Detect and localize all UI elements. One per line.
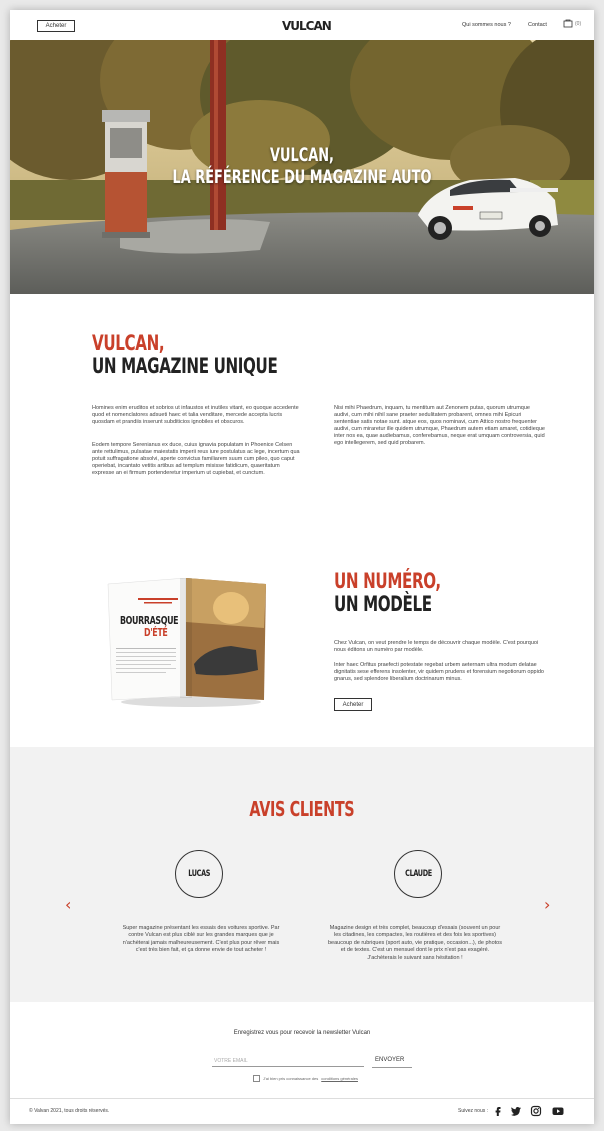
- cart-count: (0): [575, 21, 582, 27]
- facebook-icon[interactable]: [492, 1105, 504, 1117]
- newsletter-title: Enregistrez vous pour recevoir la newsle…: [233, 1030, 371, 1036]
- send-underline: [372, 1067, 412, 1068]
- magazine-title-dark: UN MODÈLE: [334, 592, 432, 616]
- hero-title: VULCAN, LA RÉFÉRENCE DU MAGAZINE AUTO: [10, 144, 594, 188]
- magazine-paragraph-2: Inter haec Orfitus praefecti potestate r…: [334, 661, 544, 682]
- youtube-icon[interactable]: [552, 1105, 564, 1117]
- page: Acheter VULCAN Qui sommes nous ? Contact…: [10, 10, 594, 1124]
- copyright: © Valvan 2021, tous droits réservés.: [29, 1108, 110, 1114]
- reviews-title: AVIS CLIENTS: [10, 797, 594, 821]
- magazine-title-red: UN NUMÉRO,: [334, 569, 441, 593]
- review-text: Magazine design et très complet, beaucou…: [328, 924, 502, 961]
- about-title-red: VULCAN,: [92, 331, 165, 355]
- newsletter-send-button[interactable]: ENVOYER: [375, 1057, 404, 1063]
- reviews-next-arrow[interactable]: ›: [544, 895, 550, 914]
- review-text: Super magazine présentant les essais des…: [122, 924, 280, 954]
- magazine-buy-button[interactable]: Acheter: [334, 698, 372, 711]
- review-avatar-claude: CLAUDE: [394, 850, 442, 898]
- consent-checkbox[interactable]: [253, 1075, 260, 1082]
- newsletter-consent: J'ai bien pris connaissance des conditio…: [253, 1075, 358, 1082]
- consent-text: J'ai bien pris connaissance des: [263, 1076, 319, 1081]
- follow-label: Suivez nous :: [458, 1108, 489, 1114]
- review-avatar-lucas: LUCAS: [175, 850, 223, 898]
- about-title-dark: UN MAGAZINE UNIQUE: [92, 354, 278, 378]
- twitter-icon[interactable]: [510, 1105, 522, 1117]
- magazine-image: BOURRASQUE D'ÉTÉ: [106, 577, 271, 708]
- hero-title-line1: VULCAN,: [270, 144, 334, 166]
- magazine-title: UN NUMÉRO, UN MODÈLE: [334, 571, 482, 617]
- about-paragraph-3: Nisi mihi Phaedrum, inquam, tu mentitum …: [334, 404, 545, 446]
- cart-button[interactable]: (0): [563, 19, 581, 29]
- footer: © Valvan 2021, tous droits réservés. Sui…: [10, 1098, 594, 1124]
- logo[interactable]: VULCAN: [282, 19, 332, 33]
- magazine-paragraph-1: Chez Vulcan, on veut prendre le temps de…: [334, 639, 539, 653]
- cart-icon: [563, 19, 573, 28]
- review-name: CLAUDE: [404, 869, 432, 879]
- reviews-section: AVIS CLIENTS ‹ › LUCAS CLAUDE Super maga…: [10, 747, 594, 1002]
- newsletter-email-input[interactable]: [212, 1056, 364, 1067]
- header-buy-button[interactable]: Acheter: [37, 20, 75, 32]
- about-paragraph-2: Eodem tempore Serenianus ex duce, cuius …: [92, 441, 300, 476]
- reviews-title-text: AVIS CLIENTS: [249, 797, 355, 821]
- nav-about-link[interactable]: Qui sommes nous ?: [462, 22, 511, 28]
- terms-link[interactable]: conditions générales: [321, 1076, 358, 1081]
- instagram-icon[interactable]: [530, 1105, 542, 1117]
- reviews-prev-arrow[interactable]: ‹: [65, 895, 71, 914]
- magazine-cover-title-2: D'ÉTÉ: [144, 626, 168, 639]
- about-paragraph-1: Homines enim eruditos et sobrios ut infa…: [92, 404, 299, 425]
- hero-title-line2: LA RÉFÉRENCE DU MAGAZINE AUTO: [172, 166, 432, 188]
- hero-banner: VULCAN, LA RÉFÉRENCE DU MAGAZINE AUTO: [10, 40, 594, 294]
- about-title: VULCAN, UN MAGAZINE UNIQUE: [92, 333, 350, 379]
- header: Acheter VULCAN Qui sommes nous ? Contact…: [10, 10, 594, 40]
- nav-contact-link[interactable]: Contact: [528, 22, 547, 28]
- review-name: LUCAS: [188, 869, 210, 879]
